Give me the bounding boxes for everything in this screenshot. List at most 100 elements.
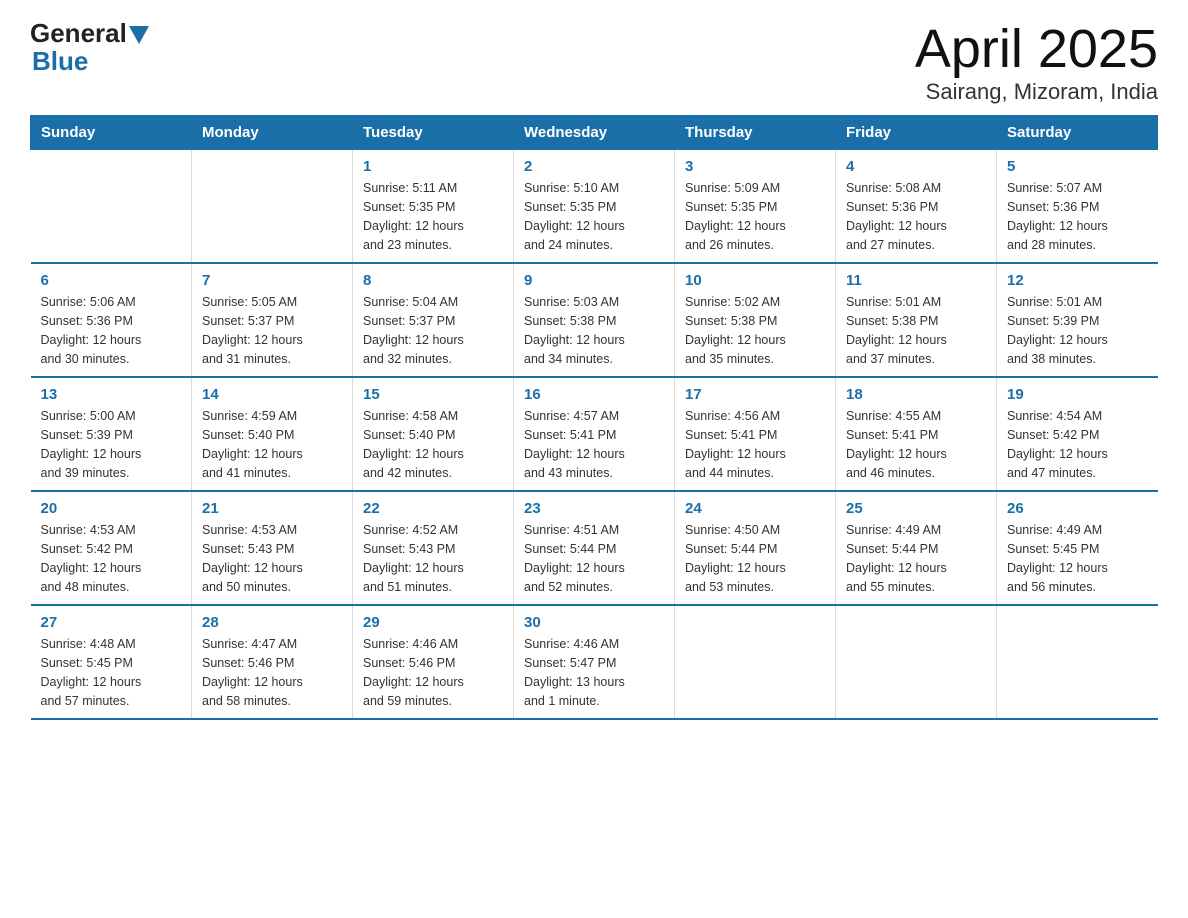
page-subtitle: Sairang, Mizoram, India bbox=[915, 79, 1158, 105]
day-info: Sunrise: 5:11 AMSunset: 5:35 PMDaylight:… bbox=[363, 179, 503, 254]
day-number: 30 bbox=[524, 614, 664, 631]
day-info: Sunrise: 5:03 AMSunset: 5:38 PMDaylight:… bbox=[524, 293, 664, 368]
day-info: Sunrise: 4:58 AMSunset: 5:40 PMDaylight:… bbox=[363, 407, 503, 482]
day-info: Sunrise: 4:46 AMSunset: 5:46 PMDaylight:… bbox=[363, 635, 503, 710]
day-number: 19 bbox=[1007, 386, 1148, 403]
day-cell: 29 Sunrise: 4:46 AMSunset: 5:46 PMDayligh… bbox=[353, 605, 514, 719]
day-number: 9 bbox=[524, 272, 664, 289]
day-cell: 25 Sunrise: 4:49 AMSunset: 5:44 PMDayligh… bbox=[836, 491, 997, 605]
day-info: Sunrise: 4:51 AMSunset: 5:44 PMDaylight:… bbox=[524, 521, 664, 596]
day-info: Sunrise: 4:49 AMSunset: 5:44 PMDaylight:… bbox=[846, 521, 986, 596]
day-cell: 28 Sunrise: 4:47 AMSunset: 5:46 PMDayligh… bbox=[192, 605, 353, 719]
day-number: 2 bbox=[524, 158, 664, 175]
day-info: Sunrise: 5:02 AMSunset: 5:38 PMDaylight:… bbox=[685, 293, 825, 368]
week-row-5: 27 Sunrise: 4:48 AMSunset: 5:45 PMDayligh… bbox=[31, 605, 1158, 719]
day-cell: 10 Sunrise: 5:02 AMSunset: 5:38 PMDayligh… bbox=[675, 263, 836, 377]
day-info: Sunrise: 5:09 AMSunset: 5:35 PMDaylight:… bbox=[685, 179, 825, 254]
day-number: 5 bbox=[1007, 158, 1148, 175]
day-cell: 4 Sunrise: 5:08 AMSunset: 5:36 PMDaylight… bbox=[836, 150, 997, 264]
day-number: 4 bbox=[846, 158, 986, 175]
day-cell: 8 Sunrise: 5:04 AMSunset: 5:37 PMDaylight… bbox=[353, 263, 514, 377]
day-number: 14 bbox=[202, 386, 342, 403]
day-cell: 12 Sunrise: 5:01 AMSunset: 5:39 PMDayligh… bbox=[997, 263, 1158, 377]
day-cell: 22 Sunrise: 4:52 AMSunset: 5:43 PMDayligh… bbox=[353, 491, 514, 605]
day-cell bbox=[836, 605, 997, 719]
page-header: General Blue April 2025 Sairang, Mizoram… bbox=[30, 20, 1158, 105]
day-info: Sunrise: 4:57 AMSunset: 5:41 PMDaylight:… bbox=[524, 407, 664, 482]
header-cell-thursday: Thursday bbox=[675, 116, 836, 150]
day-number: 22 bbox=[363, 500, 503, 517]
logo-blue: Blue bbox=[30, 46, 88, 77]
day-info: Sunrise: 4:53 AMSunset: 5:43 PMDaylight:… bbox=[202, 521, 342, 596]
calendar-table: SundayMondayTuesdayWednesdayThursdayFrid… bbox=[30, 115, 1158, 720]
day-number: 16 bbox=[524, 386, 664, 403]
day-number: 12 bbox=[1007, 272, 1148, 289]
day-cell bbox=[675, 605, 836, 719]
day-info: Sunrise: 5:06 AMSunset: 5:36 PMDaylight:… bbox=[41, 293, 182, 368]
week-row-1: 1 Sunrise: 5:11 AMSunset: 5:35 PMDaylight… bbox=[31, 150, 1158, 264]
day-info: Sunrise: 4:49 AMSunset: 5:45 PMDaylight:… bbox=[1007, 521, 1148, 596]
day-cell: 2 Sunrise: 5:10 AMSunset: 5:35 PMDaylight… bbox=[514, 150, 675, 264]
logo-triangle-icon bbox=[129, 26, 149, 44]
day-number: 13 bbox=[41, 386, 182, 403]
day-cell bbox=[192, 150, 353, 264]
day-number: 11 bbox=[846, 272, 986, 289]
day-cell: 30Sunrise: 4:46 AMSunset: 5:47 PMDayligh… bbox=[514, 605, 675, 719]
day-cell: 7 Sunrise: 5:05 AMSunset: 5:37 PMDaylight… bbox=[192, 263, 353, 377]
day-number: 3 bbox=[685, 158, 825, 175]
day-info: Sunrise: 5:01 AMSunset: 5:38 PMDaylight:… bbox=[846, 293, 986, 368]
logo: General Blue bbox=[30, 20, 149, 77]
day-number: 8 bbox=[363, 272, 503, 289]
day-info: Sunrise: 5:00 AMSunset: 5:39 PMDaylight:… bbox=[41, 407, 182, 482]
header-cell-wednesday: Wednesday bbox=[514, 116, 675, 150]
day-cell: 13 Sunrise: 5:00 AMSunset: 5:39 PMDayligh… bbox=[31, 377, 192, 491]
day-info: Sunrise: 4:48 AMSunset: 5:45 PMDaylight:… bbox=[41, 635, 182, 710]
day-cell: 24Sunrise: 4:50 AMSunset: 5:44 PMDayligh… bbox=[675, 491, 836, 605]
day-number: 17 bbox=[685, 386, 825, 403]
day-cell: 6Sunrise: 5:06 AMSunset: 5:36 PMDaylight… bbox=[31, 263, 192, 377]
day-info: Sunrise: 5:08 AMSunset: 5:36 PMDaylight:… bbox=[846, 179, 986, 254]
day-cell bbox=[31, 150, 192, 264]
calendar-header: SundayMondayTuesdayWednesdayThursdayFrid… bbox=[31, 116, 1158, 150]
day-cell: 19 Sunrise: 4:54 AMSunset: 5:42 PMDayligh… bbox=[997, 377, 1158, 491]
day-number: 15 bbox=[363, 386, 503, 403]
day-number: 26 bbox=[1007, 500, 1148, 517]
day-number: 7 bbox=[202, 272, 342, 289]
header-cell-sunday: Sunday bbox=[31, 116, 192, 150]
day-number: 1 bbox=[363, 158, 503, 175]
day-cell: 21Sunrise: 4:53 AMSunset: 5:43 PMDayligh… bbox=[192, 491, 353, 605]
day-number: 28 bbox=[202, 614, 342, 631]
day-cell: 11 Sunrise: 5:01 AMSunset: 5:38 PMDayligh… bbox=[836, 263, 997, 377]
day-number: 20 bbox=[41, 500, 182, 517]
day-info: Sunrise: 5:05 AMSunset: 5:37 PMDaylight:… bbox=[202, 293, 342, 368]
day-info: Sunrise: 4:52 AMSunset: 5:43 PMDaylight:… bbox=[363, 521, 503, 596]
day-cell bbox=[997, 605, 1158, 719]
calendar-body: 1 Sunrise: 5:11 AMSunset: 5:35 PMDaylight… bbox=[31, 150, 1158, 720]
title-block: April 2025 Sairang, Mizoram, India bbox=[915, 20, 1158, 105]
day-cell: 27 Sunrise: 4:48 AMSunset: 5:45 PMDayligh… bbox=[31, 605, 192, 719]
day-info: Sunrise: 5:04 AMSunset: 5:37 PMDaylight:… bbox=[363, 293, 503, 368]
day-cell: 15 Sunrise: 4:58 AMSunset: 5:40 PMDayligh… bbox=[353, 377, 514, 491]
header-row: SundayMondayTuesdayWednesdayThursdayFrid… bbox=[31, 116, 1158, 150]
day-number: 25 bbox=[846, 500, 986, 517]
day-cell: 9 Sunrise: 5:03 AMSunset: 5:38 PMDaylight… bbox=[514, 263, 675, 377]
header-cell-friday: Friday bbox=[836, 116, 997, 150]
day-cell: 3 Sunrise: 5:09 AMSunset: 5:35 PMDaylight… bbox=[675, 150, 836, 264]
day-info: Sunrise: 5:01 AMSunset: 5:39 PMDaylight:… bbox=[1007, 293, 1148, 368]
day-cell: 23 Sunrise: 4:51 AMSunset: 5:44 PMDayligh… bbox=[514, 491, 675, 605]
day-info: Sunrise: 4:59 AMSunset: 5:40 PMDaylight:… bbox=[202, 407, 342, 482]
day-number: 27 bbox=[41, 614, 182, 631]
week-row-4: 20 Sunrise: 4:53 AMSunset: 5:42 PMDayligh… bbox=[31, 491, 1158, 605]
header-cell-saturday: Saturday bbox=[997, 116, 1158, 150]
day-cell: 18Sunrise: 4:55 AMSunset: 5:41 PMDayligh… bbox=[836, 377, 997, 491]
day-number: 23 bbox=[524, 500, 664, 517]
day-info: Sunrise: 5:10 AMSunset: 5:35 PMDaylight:… bbox=[524, 179, 664, 254]
day-number: 29 bbox=[363, 614, 503, 631]
day-info: Sunrise: 4:53 AMSunset: 5:42 PMDaylight:… bbox=[41, 521, 182, 596]
day-info: Sunrise: 4:54 AMSunset: 5:42 PMDaylight:… bbox=[1007, 407, 1148, 482]
day-number: 24 bbox=[685, 500, 825, 517]
day-cell: 16 Sunrise: 4:57 AMSunset: 5:41 PMDayligh… bbox=[514, 377, 675, 491]
day-cell: 26 Sunrise: 4:49 AMSunset: 5:45 PMDayligh… bbox=[997, 491, 1158, 605]
day-info: Sunrise: 4:47 AMSunset: 5:46 PMDaylight:… bbox=[202, 635, 342, 710]
day-number: 10 bbox=[685, 272, 825, 289]
